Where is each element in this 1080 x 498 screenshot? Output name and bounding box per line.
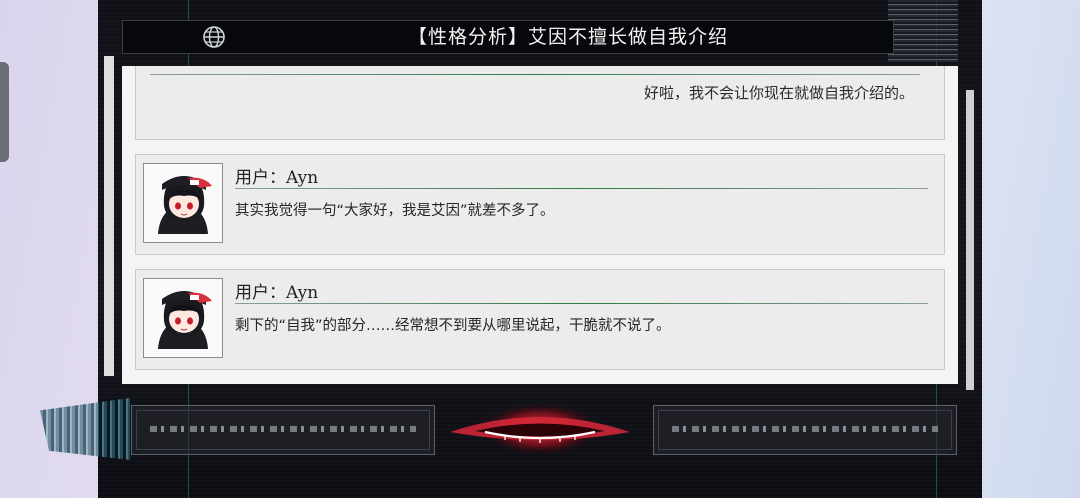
- dialogue-entry: 好啦，我不会让你现在就做自我介绍的。: [135, 66, 945, 140]
- speaker-name: 用户：Ayn: [235, 283, 319, 303]
- message-text: 其实我觉得一句“大家好，我是艾因”就差不多了。: [235, 203, 555, 219]
- left-hud-button[interactable]: [131, 405, 435, 455]
- user-avatar: [143, 163, 223, 243]
- glitch-glyph: [150, 426, 416, 432]
- globe-icon: [203, 26, 225, 48]
- entry-divider: [235, 188, 928, 189]
- red-eye-emblem-icon: [450, 403, 630, 455]
- dialogue-entry: 用户：Ayn 剩下的“自我”的部分……经常想不到要从哪里说起，干脆就不说了。: [135, 269, 945, 370]
- right-hud-button[interactable]: [653, 405, 957, 455]
- reply-text: 好啦，我不会让你现在就做自我介绍的。: [643, 84, 914, 102]
- left-edge-strip: [104, 56, 114, 376]
- message-text: 剩下的“自我”的部分……经常想不到要从哪里说起，干脆就不说了。: [235, 318, 671, 334]
- speaker-name: 用户：Ayn: [235, 168, 319, 188]
- glitch-decoration: [40, 398, 130, 460]
- right-edge-strip: [966, 90, 974, 390]
- user-avatar: [143, 278, 223, 358]
- glitch-glyph: [672, 426, 938, 432]
- dialogue-log-panel[interactable]: 好啦，我不会让你现在就做自我介绍的。 用户：Ayn 其实我觉得一句“大家好，我是…: [122, 66, 958, 384]
- page-title: 【性格分析】艾因不擅长做自我介绍: [407, 26, 728, 48]
- title-bar: 【性格分析】艾因不擅长做自我介绍: [122, 20, 894, 54]
- entry-divider: [235, 303, 928, 304]
- dialogue-entry: 用户：Ayn 其实我觉得一句“大家好，我是艾因”就差不多了。: [135, 154, 945, 255]
- side-handle[interactable]: [0, 62, 9, 162]
- entry-divider: [150, 74, 920, 75]
- glitch-decoration: [888, 0, 958, 62]
